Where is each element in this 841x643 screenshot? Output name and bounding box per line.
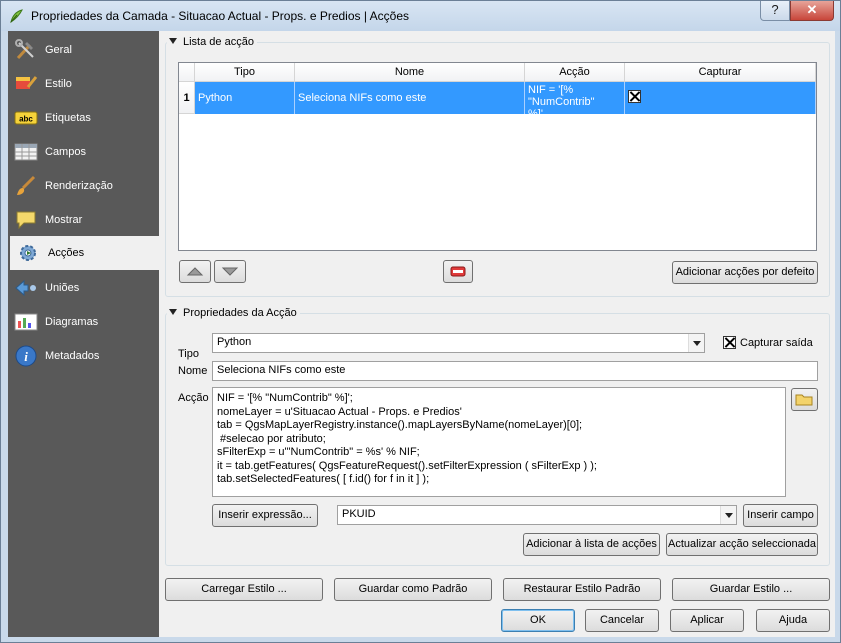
- column-header-accao[interactable]: Acção: [525, 63, 625, 82]
- nome-input[interactable]: Seleciona NIFs como este: [212, 361, 818, 381]
- insert-expression-button[interactable]: Inserir expressão...: [212, 504, 318, 527]
- cell-accao[interactable]: NIF = '[% "NumContrib" %]'...: [525, 82, 625, 114]
- help-title-button[interactable]: ?: [760, 1, 790, 21]
- column-header-tipo[interactable]: Tipo: [195, 63, 295, 82]
- field-select-value: PKUID: [342, 508, 376, 520]
- tipo-label: Tipo: [178, 348, 199, 360]
- tipo-select[interactable]: Python: [212, 333, 705, 353]
- nome-label: Nome: [178, 365, 208, 377]
- action-properties-title[interactable]: Propriedades da Acção: [167, 307, 300, 319]
- sidebar-item-label: Acções: [48, 247, 85, 259]
- capture-output-label: Capturar saída: [740, 337, 813, 349]
- insert-field-button[interactable]: Inserir campo: [743, 504, 818, 527]
- remove-action-button[interactable]: [443, 260, 473, 283]
- close-window-button[interactable]: ✕: [790, 1, 834, 21]
- info-icon: i: [15, 345, 37, 367]
- sidebar-item-accoes[interactable]: Acções: [10, 236, 159, 270]
- sidebar-item-campos[interactable]: Campos: [8, 135, 159, 169]
- gear-action-icon: [20, 245, 36, 261]
- apply-button[interactable]: Aplicar: [670, 609, 744, 632]
- sidebar-item-estilo[interactable]: Estilo: [8, 67, 159, 101]
- sidebar-item-diagramas[interactable]: Diagramas: [8, 305, 159, 339]
- chevron-down-icon: [688, 334, 704, 352]
- collapse-arrow-icon: [169, 309, 177, 315]
- cell-capturar[interactable]: [625, 82, 816, 114]
- action-code-editor[interactable]: NIF = '[% "NumContrib" %]'; nomeLayer = …: [212, 387, 786, 497]
- sidebar-item-unioes[interactable]: Uniões: [8, 271, 159, 305]
- sidebar-item-mostrar[interactable]: Mostrar: [8, 203, 159, 237]
- tools-icon: [15, 39, 34, 60]
- table-row[interactable]: 1 Python Seleciona NIFs como este NIF = …: [179, 82, 816, 114]
- actions-list-title-text: Lista de acção: [183, 36, 254, 48]
- chevron-down-icon: [720, 506, 736, 524]
- sidebar-item-label: Diagramas: [45, 316, 99, 328]
- title-bar: Propriedades da Camada - Situacao Actual…: [1, 1, 840, 31]
- cancel-button[interactable]: Cancelar: [585, 609, 659, 632]
- layer-properties-window: Propriedades da Camada - Situacao Actual…: [0, 0, 841, 643]
- update-selected-action-button[interactable]: Actualizar acção seleccionada: [666, 533, 818, 556]
- column-header-nome[interactable]: Nome: [295, 63, 525, 82]
- ok-button[interactable]: OK: [501, 609, 575, 632]
- capture-output-checkbox[interactable]: [723, 336, 736, 349]
- table-corner: [179, 63, 195, 82]
- window-title: Propriedades da Camada - Situacao Actual…: [31, 9, 409, 23]
- actions-list-title[interactable]: Lista de acção: [167, 36, 257, 48]
- remove-icon: [450, 266, 466, 277]
- browse-file-button[interactable]: [791, 388, 818, 411]
- move-down-button[interactable]: [214, 260, 246, 283]
- table-icon: [14, 143, 38, 161]
- action-properties-title-text: Propriedades da Acção: [183, 307, 297, 319]
- sidebar-item-renderizacao[interactable]: Renderização: [8, 169, 159, 203]
- arrow-down-icon: [221, 267, 239, 276]
- add-to-action-list-button[interactable]: Adicionar à lista de acções: [523, 533, 660, 556]
- sidebar-item-label: Estilo: [45, 78, 72, 90]
- column-header-capturar[interactable]: Capturar: [625, 63, 816, 82]
- sidebar-item-label: Campos: [45, 146, 86, 158]
- load-style-button[interactable]: Carregar Estilo ...: [165, 578, 323, 601]
- sidebar-item-metadados[interactable]: i Metadados: [8, 339, 159, 373]
- join-arrows-icon: [15, 279, 36, 297]
- move-up-button[interactable]: [179, 260, 211, 283]
- sidebar-item-label: Renderização: [45, 180, 113, 192]
- actions-table: Tipo Nome Acção Capturar 1 Python Seleci…: [178, 62, 817, 251]
- accao-label: Acção: [178, 392, 209, 404]
- cell-nome[interactable]: Seleciona NIFs como este: [295, 82, 525, 114]
- sidebar: Geral Estilo abc Etiquetas Campos Render…: [8, 31, 159, 637]
- row-index[interactable]: 1: [179, 82, 195, 114]
- folder-icon: [795, 394, 813, 406]
- arrow-up-icon: [186, 267, 204, 276]
- speech-bubble-icon: [16, 211, 36, 230]
- diagram-icon: [14, 313, 38, 331]
- tipo-select-value: Python: [217, 336, 252, 348]
- save-style-button[interactable]: Guardar Estilo ...: [672, 578, 830, 601]
- sidebar-item-etiquetas[interactable]: abc Etiquetas: [8, 101, 159, 135]
- label-abc-icon: abc: [14, 111, 38, 125]
- brush-icon: [17, 175, 36, 195]
- svg-text:abc: abc: [19, 115, 33, 124]
- qgis-logo-icon: [10, 9, 23, 24]
- restore-default-style-button[interactable]: Restaurar Estilo Padrão: [503, 578, 661, 601]
- sidebar-item-geral[interactable]: Geral: [8, 33, 159, 67]
- capture-checkbox[interactable]: [628, 89, 641, 103]
- help-button[interactable]: Ajuda: [756, 609, 830, 632]
- add-default-actions-button[interactable]: Adicionar acções por defeito: [672, 261, 818, 284]
- save-as-default-button[interactable]: Guardar como Padrão: [334, 578, 492, 601]
- field-select[interactable]: PKUID: [337, 505, 737, 525]
- sidebar-item-label: Geral: [45, 44, 72, 56]
- cell-tipo[interactable]: Python: [195, 82, 295, 114]
- svg-text:i: i: [24, 349, 28, 364]
- sidebar-item-label: Uniões: [45, 282, 80, 294]
- sidebar-item-label: Mostrar: [45, 214, 83, 226]
- collapse-arrow-icon: [169, 38, 177, 44]
- sidebar-item-label: Metadados: [45, 350, 100, 362]
- paint-brush-icon: [16, 76, 38, 89]
- sidebar-item-label: Etiquetas: [45, 112, 91, 124]
